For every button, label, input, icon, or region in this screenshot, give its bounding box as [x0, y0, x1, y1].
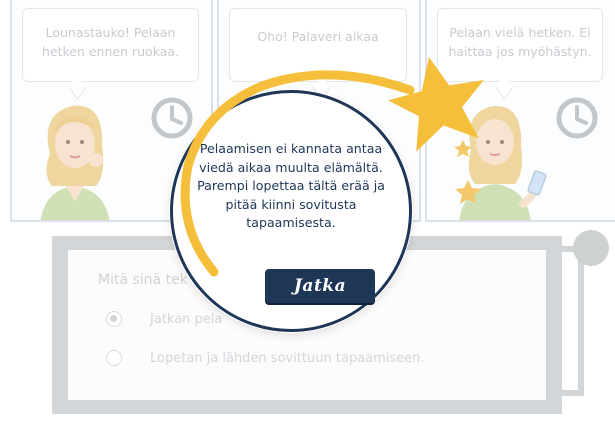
speech-text: Lounastauko! Pelaan hetken ennen ruokaa.: [41, 25, 180, 59]
lever-knob: [573, 230, 609, 266]
option-label-continue[interactable]: Jatkan pela: [150, 312, 222, 327]
speech-text: Oho! Palaveri alkaa: [257, 29, 379, 44]
comic-panel-3: Pelaan vielä hetken. Ei haittaa jos myöh…: [425, 0, 615, 222]
option-radio-continue[interactable]: [106, 311, 122, 327]
speech-bubble: Lounastauko! Pelaan hetken ennen ruokaa.: [22, 8, 199, 82]
woman-with-phone-character: [459, 105, 547, 220]
question-text: Mitä sinä tek: [98, 272, 188, 288]
woman-character: [40, 105, 110, 220]
option-label-quit[interactable]: Lopetan ja lähden sovittuun tapaamiseen.: [150, 351, 425, 366]
speech-bubble: Oho! Palaveri alkaa: [229, 8, 407, 82]
clock-icon: [151, 97, 193, 139]
speech-bubble: Pelaan vielä hetken. Ei haittaa jos myöh…: [437, 8, 603, 82]
clock-icon: [556, 97, 598, 139]
continue-button[interactable]: Jatka: [265, 269, 375, 303]
option-radio-quit[interactable]: [106, 350, 122, 366]
feedback-message: Pelaamisen ei kannata antaa viedä aikaa …: [197, 141, 385, 230]
speech-text: Pelaan vielä hetken. Ei haittaa jos myöh…: [448, 25, 592, 59]
machine-side-pipe: [562, 246, 584, 396]
